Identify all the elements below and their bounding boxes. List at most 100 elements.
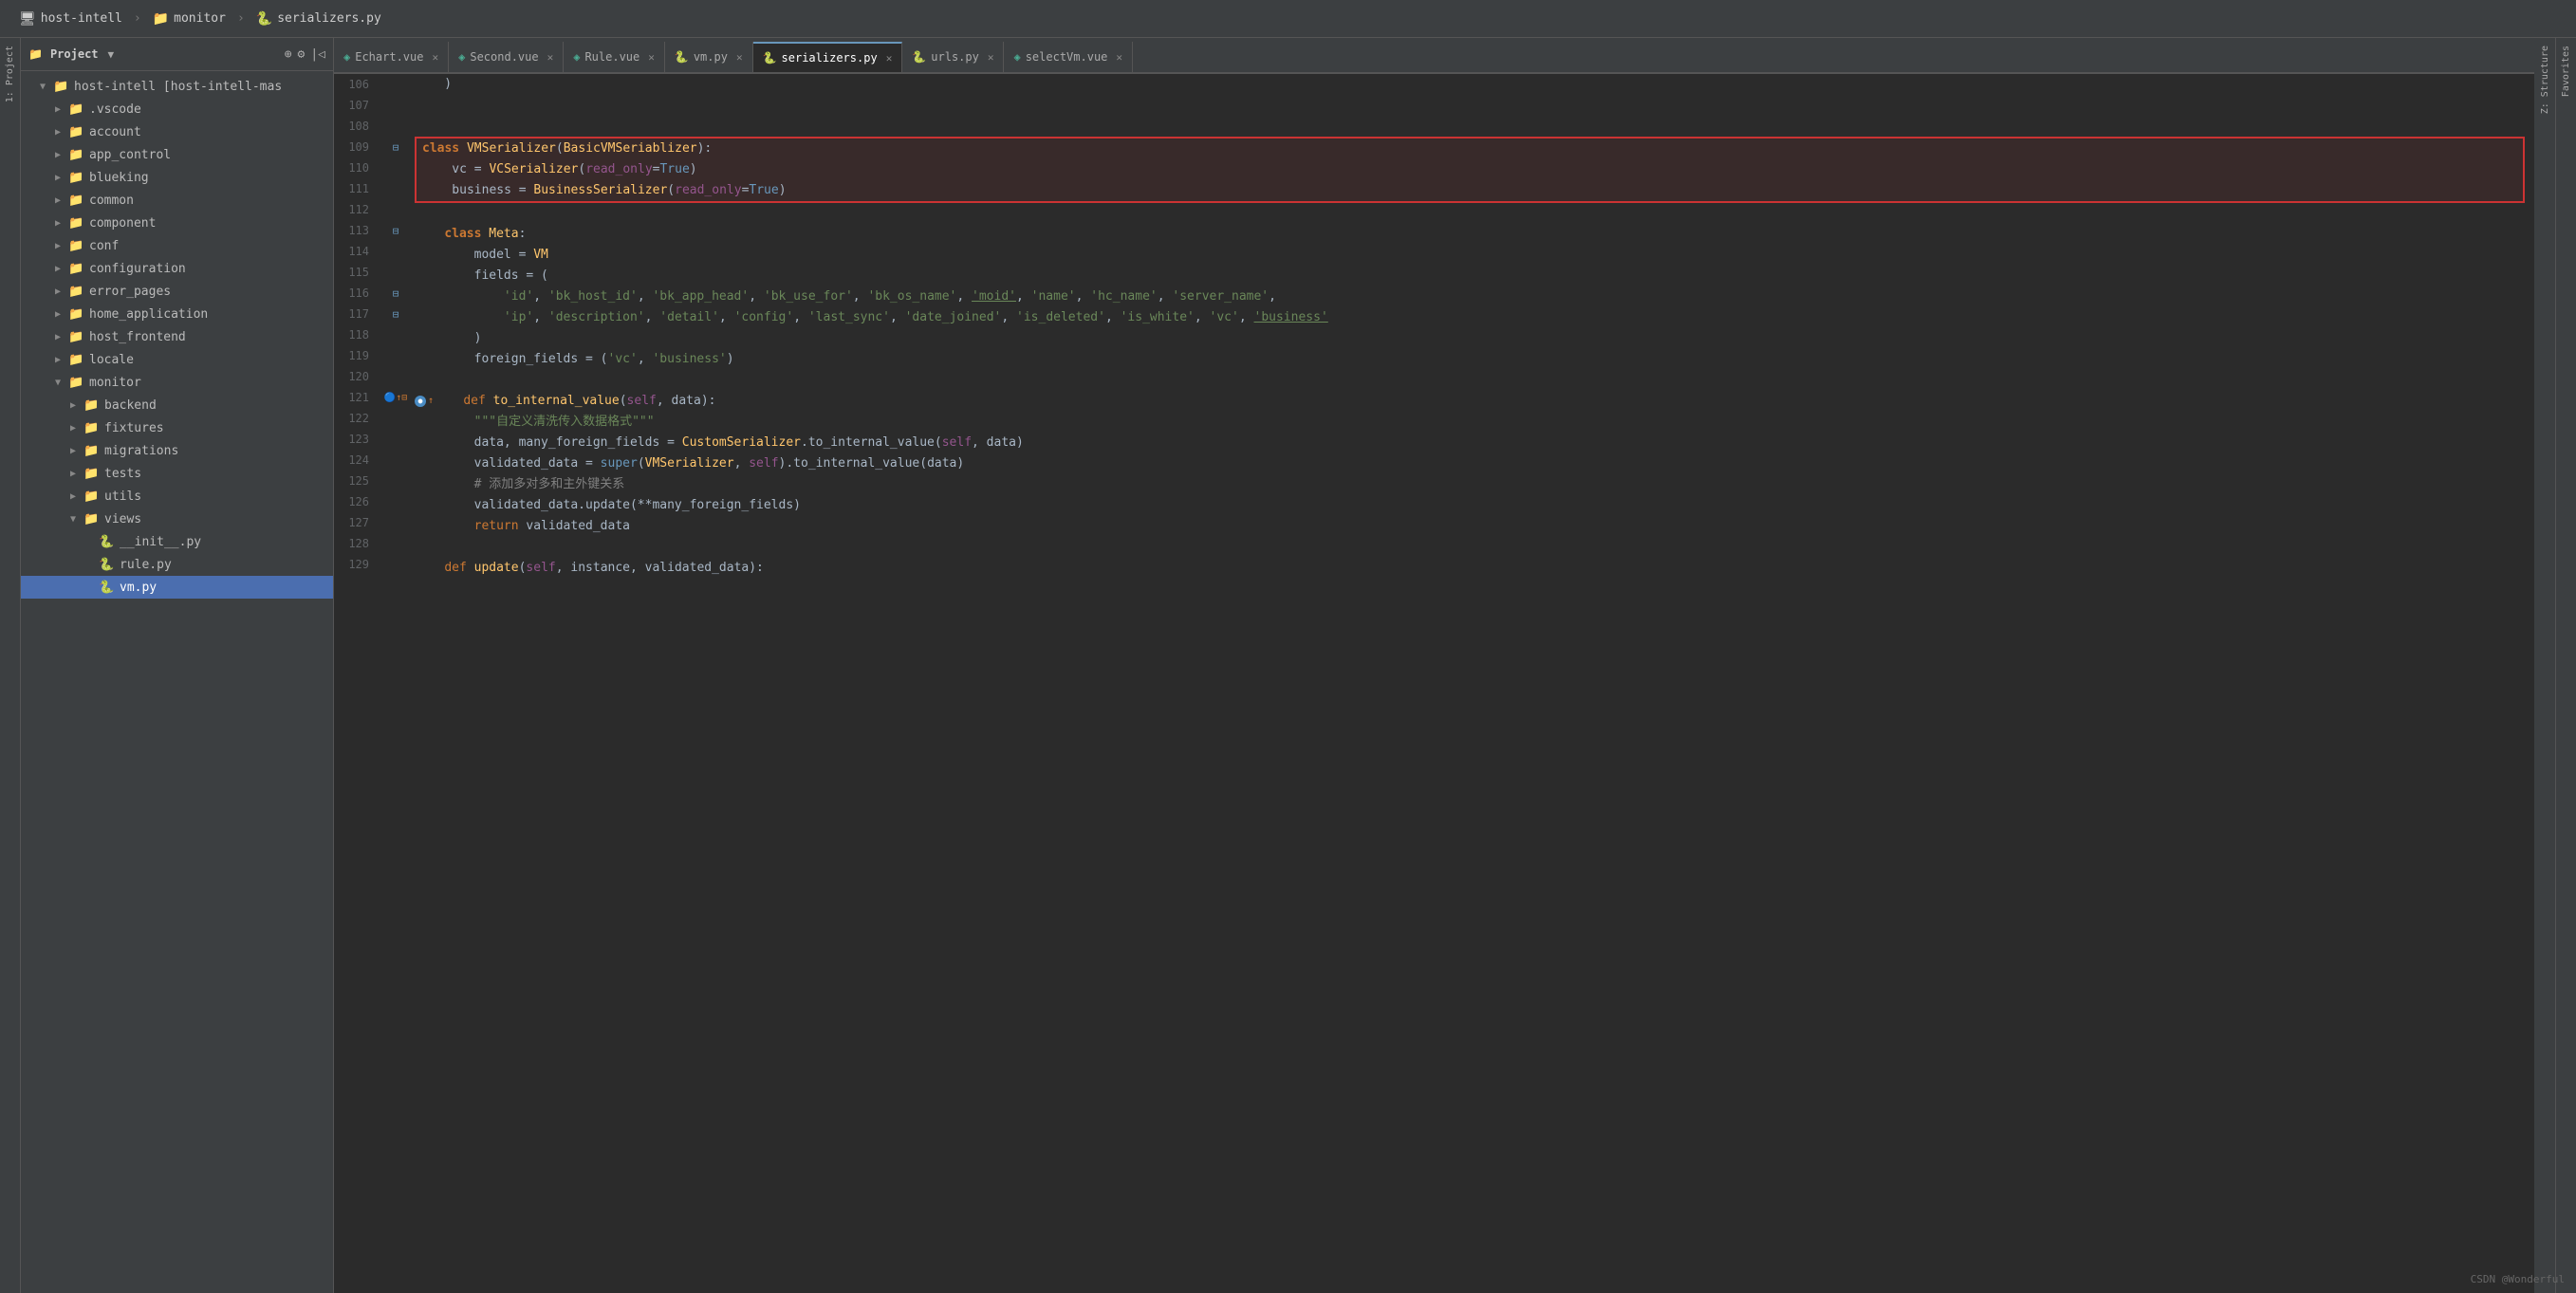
tree-item-init[interactable]: 🐍 __init__.py — [21, 530, 333, 553]
add-icon[interactable]: ⊕ — [285, 47, 292, 62]
tab-bar: ◈ Echart.vue ✕ ◈ Second.vue ✕ ◈ Rule.vue… — [334, 38, 2534, 74]
tab-serializers[interactable]: 🐍 serializers.py ✕ — [753, 42, 903, 72]
tree-item-common[interactable]: ▶ 📁 common — [21, 189, 333, 212]
python-file-icon: 🐍 — [99, 558, 116, 572]
tree-item-component[interactable]: ▶ 📁 component — [21, 212, 333, 234]
bookmark-icon: ● — [415, 396, 426, 407]
folder-icon: 📁 — [68, 171, 85, 185]
computer-icon: 🖥 — [19, 11, 36, 27]
breadcrumb-serializers[interactable]: 🐍 serializers.py — [249, 11, 389, 27]
structure-label[interactable]: Z: Structure — [2538, 38, 2552, 121]
tree-item-tests[interactable]: ▶ 📁 tests — [21, 462, 333, 485]
code-line-106: ) — [415, 74, 2525, 95]
panel-header: 📁 Project ▼ ⊕ ⚙ |◁ — [21, 38, 333, 71]
watermark: CSDN @Wonderful — [2471, 1273, 2565, 1285]
tab-vm[interactable]: 🐍 vm.py ✕ — [665, 42, 753, 72]
tree-item-account[interactable]: ▶ 📁 account — [21, 120, 333, 143]
tab-close-urls[interactable]: ✕ — [988, 51, 994, 64]
folder-icon: 📁 — [68, 194, 85, 208]
tree-root[interactable]: ▼ 📁 host-intell [host-intell-mas — [21, 75, 333, 98]
folder-icon: 📁 — [83, 398, 101, 413]
tree-item-host-frontend[interactable]: ▶ 📁 host_frontend — [21, 325, 333, 348]
expand-arrow: ▼ — [40, 82, 53, 92]
editor-area: ◈ Echart.vue ✕ ◈ Second.vue ✕ ◈ Rule.vue… — [334, 38, 2534, 1293]
tab-close-echart[interactable]: ✕ — [432, 51, 438, 64]
folder-orange-icon: 📁 — [68, 330, 85, 344]
py-icon: 🐍 — [763, 51, 777, 65]
code-line-109: class VMSerializer(BasicVMSeriablizer): — [422, 139, 2517, 159]
tree-item-conf[interactable]: ▶ 📁 conf — [21, 234, 333, 257]
file-tree: ▼ 📁 host-intell [host-intell-mas ▶ 📁 .vs… — [21, 71, 333, 1293]
folder-icon: 📁 — [68, 353, 85, 367]
settings-icon[interactable]: ⚙ — [298, 47, 306, 62]
code-editor-body: 106 107 108 109 110 111 112 113 114 115 … — [334, 74, 2534, 1293]
py-icon: 🐍 — [912, 50, 926, 64]
tree-item-views[interactable]: ▼ 📁 views — [21, 508, 333, 530]
tab-echart[interactable]: ◈ Echart.vue ✕ — [334, 42, 449, 72]
tab-close-second[interactable]: ✕ — [547, 51, 554, 64]
main-layout: 1: Project 📁 Project ▼ ⊕ ⚙ |◁ ▼ 📁 host-i… — [0, 38, 2576, 1293]
vue-icon: ◈ — [343, 50, 350, 64]
tree-item-app-control[interactable]: ▶ 📁 app_control — [21, 143, 333, 166]
code-line-117: 'ip', 'description', 'detail', 'config',… — [415, 307, 2525, 328]
folder-icon: 📁 — [68, 262, 85, 276]
tree-item-rule[interactable]: 🐍 rule.py — [21, 553, 333, 576]
code-line-118: ) — [415, 328, 2525, 349]
tree-item-blueking[interactable]: ▶ 📁 blueking — [21, 166, 333, 189]
gutter: ⊟ ⊟ ⊟ ⊟ 🔵↑⊟ — [386, 74, 405, 1293]
code-line-115: fields = ( — [415, 266, 2525, 286]
tree-item-utils[interactable]: ▶ 📁 utils — [21, 485, 333, 508]
tab-close-selectvm[interactable]: ✕ — [1116, 51, 1122, 64]
code-line-121: ● ↑ def to_internal_value(self, data): — [415, 391, 2525, 412]
panel-title: Project — [50, 47, 99, 61]
title-bar: 🖥 host-intell › 📁 monitor › 🐍 serializer… — [0, 0, 2576, 38]
code-line-128 — [415, 537, 2525, 558]
breadcrumb-monitor[interactable]: 📁 monitor — [145, 11, 233, 27]
line-numbers: 106 107 108 109 110 111 112 113 114 115 … — [334, 74, 386, 1293]
tree-item-vm[interactable]: 🐍 vm.py — [21, 576, 333, 599]
python-file-icon: 🐍 — [99, 581, 116, 595]
code-line-116: 'id', 'bk_host_id', 'bk_app_head', 'bk_u… — [415, 286, 2525, 307]
tab-close-rule[interactable]: ✕ — [648, 51, 655, 64]
folder-icon: 📁 — [68, 239, 85, 253]
folder-open-icon: 📁 — [68, 376, 85, 390]
tree-item-vscode[interactable]: ▶ 📁 .vscode — [21, 98, 333, 120]
tree-item-fixtures[interactable]: ▶ 📁 fixtures — [21, 416, 333, 439]
code-line-124: validated_data = super(VMSerializer, sel… — [415, 453, 2525, 474]
tree-item-monitor[interactable]: ▼ 📁 monitor — [21, 371, 333, 394]
code-line-119: foreign_fields = ('vc', 'business') — [415, 349, 2525, 370]
tree-item-home-app[interactable]: ▶ 📁 home_application — [21, 303, 333, 325]
folder-icon: 📁 — [68, 307, 85, 322]
breadcrumb-host-intell[interactable]: 🖥 host-intell — [11, 11, 130, 27]
tree-item-error-pages[interactable]: ▶ 📁 error_pages — [21, 280, 333, 303]
code-line-111: business = BusinessSerializer(read_only=… — [422, 180, 2517, 201]
favorites-strip: Favorites — [2555, 38, 2576, 1293]
tab-selectvm[interactable]: ◈ selectVm.vue ✕ — [1004, 42, 1133, 72]
project-tab-label[interactable]: 1: Project — [3, 38, 17, 110]
tree-item-configuration[interactable]: ▶ 📁 configuration — [21, 257, 333, 280]
folder-icon: 📁 — [68, 285, 85, 299]
tab-close-vm[interactable]: ✕ — [736, 51, 743, 64]
tree-item-migrations[interactable]: ▶ 📁 migrations — [21, 439, 333, 462]
tree-item-backend[interactable]: ▶ 📁 backend — [21, 394, 333, 416]
project-panel: 📁 Project ▼ ⊕ ⚙ |◁ ▼ 📁 host-intell [host… — [21, 38, 334, 1293]
vue-icon: ◈ — [458, 50, 465, 64]
code-line-127: return validated_data — [415, 516, 2525, 537]
favorites-label[interactable]: Favorites — [2559, 38, 2573, 104]
panel-dropdown-icon[interactable]: ▼ — [108, 48, 115, 61]
tab-urls[interactable]: 🐍 urls.py ✕ — [902, 42, 1004, 72]
tab-rule[interactable]: ◈ Rule.vue ✕ — [564, 42, 665, 72]
code-line-123: data, many_foreign_fields = CustomSerial… — [415, 433, 2525, 453]
code-line-110: vc = VCSerializer(read_only=True) — [422, 159, 2517, 180]
code-content[interactable]: ) class VMSerializer(BasicVMSeriablizer)… — [405, 74, 2534, 1293]
tree-item-locale[interactable]: ▶ 📁 locale — [21, 348, 333, 371]
tab-second[interactable]: ◈ Second.vue ✕ — [449, 42, 564, 72]
collapse-icon[interactable]: |◁ — [310, 47, 325, 62]
folder-open-icon: 📁 — [83, 512, 101, 526]
tab-close-serializers[interactable]: ✕ — [886, 52, 893, 65]
vue-icon: ◈ — [573, 50, 580, 64]
folder-open-icon: 📁 — [53, 80, 70, 94]
folder-icon: 📁 — [68, 216, 85, 231]
panel-folder-icon: 📁 — [28, 47, 43, 61]
folder-icon: 📁 — [83, 489, 101, 504]
